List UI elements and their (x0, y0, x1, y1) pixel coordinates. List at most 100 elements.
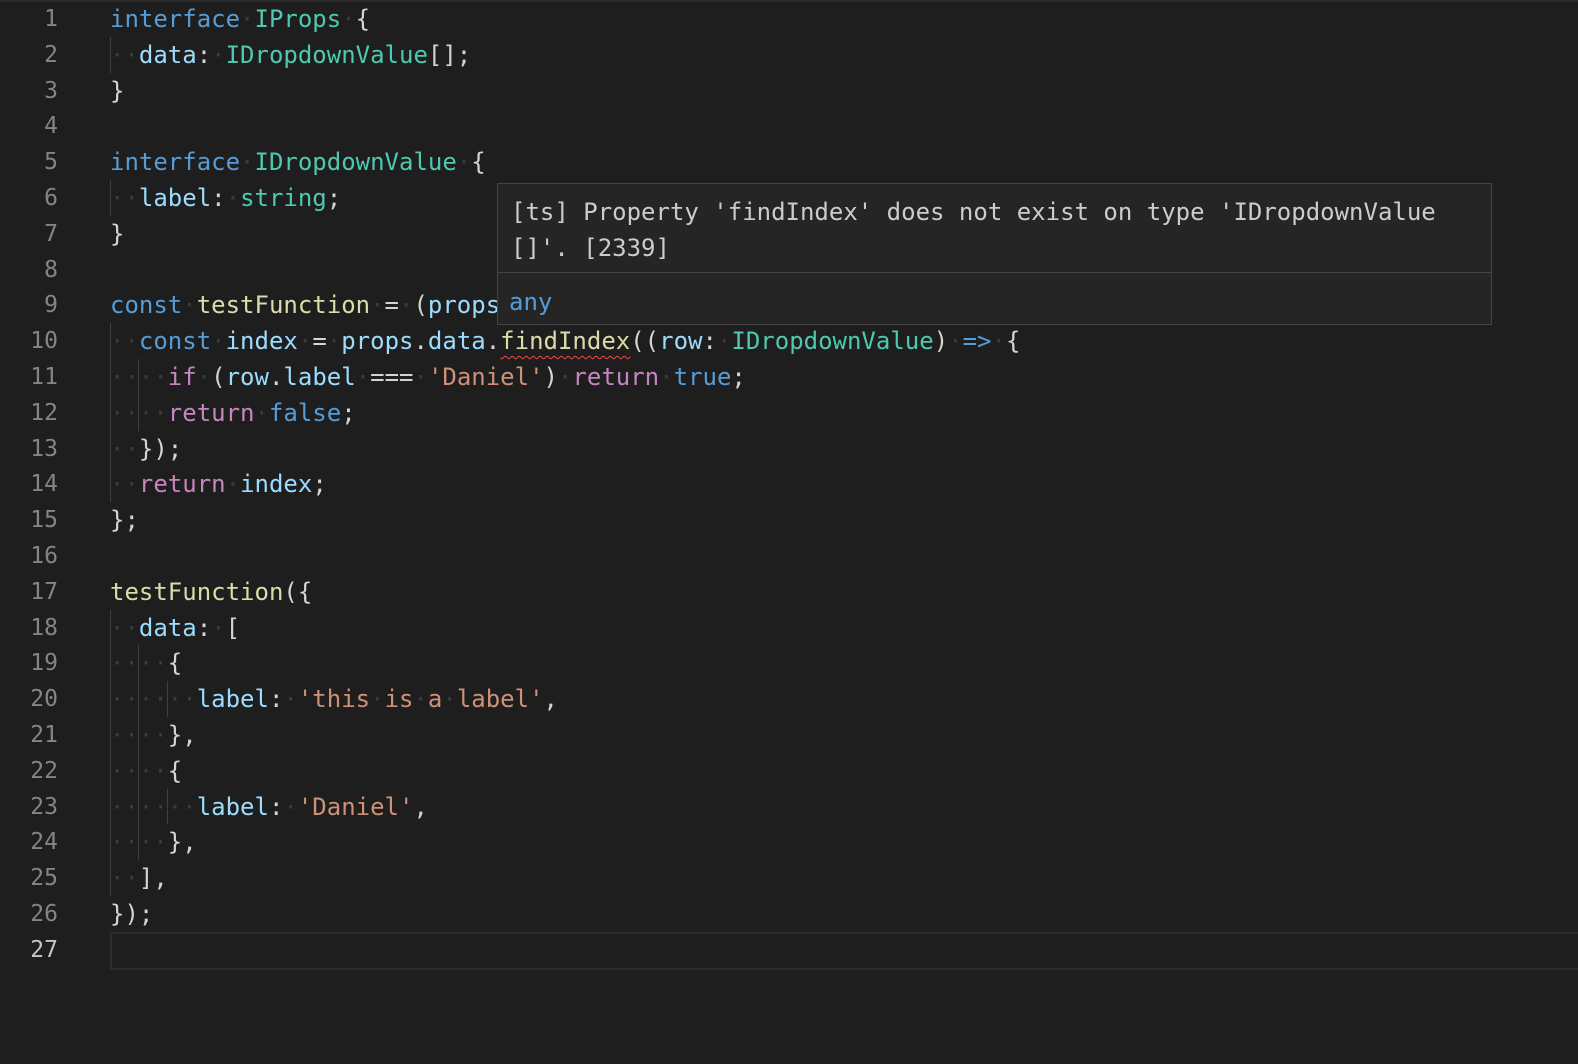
line-code[interactable]: }); (110, 896, 153, 932)
code-token: . (268, 363, 284, 391)
line-code[interactable]: ····}, (110, 717, 197, 753)
code-line[interactable]: 27 (0, 932, 1578, 968)
code-token: 'Daniel' (297, 792, 414, 821)
code-token: === (370, 363, 414, 391)
code-token: 'this (297, 685, 371, 714)
code-token: · (211, 327, 226, 356)
line-code[interactable]: } (110, 73, 124, 109)
code-token: props (341, 327, 414, 356)
code-token: a (427, 685, 443, 714)
code-token: data (427, 327, 486, 356)
code-token: ({ (283, 577, 313, 606)
line-code[interactable]: ··data:·[ (110, 610, 240, 646)
code-line[interactable]: 12 ····return·false; (0, 395, 1578, 431)
line-code[interactable]: ····return·false; (110, 395, 356, 431)
line-number: 2 (44, 41, 58, 68)
code-line[interactable]: 25 ··], (0, 860, 1578, 896)
code-token: [ (225, 613, 241, 642)
code-token: ·· (110, 40, 139, 69)
line-code[interactable]: ··label:·string; (110, 180, 341, 216)
code-token: = (312, 327, 327, 356)
code-token: const (138, 327, 212, 356)
line-code[interactable]: }; (110, 502, 139, 538)
code-token: ·· (110, 434, 139, 463)
code-token: ·· (110, 613, 139, 642)
line-code[interactable]: ··const·index·=·props.data.findIndex((ro… (110, 323, 1020, 359)
code-line[interactable]: 21 ····}, (0, 717, 1578, 753)
line-number: 1 (44, 6, 58, 32)
code-token: row (225, 363, 269, 391)
code-token: : (268, 792, 284, 821)
code-line[interactable]: 23 ······label:·'Daniel', (0, 789, 1578, 825)
line-code[interactable]: ····{ (110, 645, 182, 681)
code-line[interactable]: 5 interface·IDropdownValue·{ (0, 144, 1578, 180)
line-code[interactable]: ····}, (110, 824, 197, 860)
line-code[interactable]: interface·IProps·{ (110, 1, 370, 37)
code-token: IDropdownValue (254, 148, 457, 177)
line-number: 22 (30, 757, 58, 784)
line-number: 9 (44, 292, 58, 319)
line-code[interactable]: ··}); (110, 431, 182, 467)
code-token: row (659, 327, 703, 356)
code-token: []; (427, 40, 472, 69)
code-line[interactable]: 10 ··const·index·=·props.data.findIndex((… (0, 323, 1578, 359)
code-line[interactable]: 26}); (0, 896, 1578, 932)
code-token: return (572, 363, 660, 391)
code-line[interactable]: 16 (0, 538, 1578, 574)
line-code[interactable]: ··return·index; (110, 466, 327, 502)
code-line[interactable]: 3} (0, 73, 1578, 109)
code-token: data (138, 40, 197, 69)
code-token: · (341, 5, 356, 33)
code-token: props (427, 291, 501, 320)
code-line[interactable]: 13 ··}); (0, 431, 1578, 467)
code-line[interactable]: 17 testFunction({ (0, 574, 1578, 610)
line-code[interactable]: ····{ (110, 753, 182, 789)
code-line[interactable]: 2 ··data:·IDropdownValue[]; (0, 37, 1578, 73)
code-token: return (138, 470, 226, 499)
code-token: label (138, 184, 212, 212)
code-token: interface (110, 148, 241, 177)
code-line[interactable]: 20 ······label:·'this·is·a·label', (0, 681, 1578, 717)
line-code[interactable]: ··data:·IDropdownValue[]; (110, 37, 471, 73)
code-line[interactable]: 1 interface·IProps·{ (0, 1, 1578, 37)
code-token: · (413, 685, 428, 714)
code-line[interactable]: 15}; (0, 502, 1578, 538)
line-code[interactable]: ······label:·'Daniel', (110, 789, 428, 825)
indent-guide (110, 323, 111, 503)
line-number: 27 (30, 936, 58, 963)
line-number: 8 (44, 256, 58, 283)
code-line[interactable]: 24 ····}, (0, 824, 1578, 860)
code-token: label (196, 792, 269, 821)
line-number: 20 (30, 686, 58, 713)
code-token: · (370, 291, 385, 320)
error-token: findIndex (500, 327, 631, 356)
line-code[interactable]: } (110, 216, 124, 252)
code-line[interactable]: 4 (0, 108, 1578, 144)
code-line[interactable]: 14 ··return·index; (0, 466, 1578, 502)
code-editor[interactable]: 1 interface·IProps·{2 ··data:·IDropdownVal… (0, 0, 1578, 1064)
line-code[interactable]: ··], (110, 860, 168, 896)
code-line[interactable]: 19 ····{ (0, 645, 1578, 681)
line-code[interactable]: const·testFunction·=·(props (110, 287, 500, 323)
code-line[interactable]: 22 ····{ (0, 753, 1578, 789)
code-token: testFunction (196, 291, 371, 320)
code-token: : (196, 40, 212, 69)
code-token: }); (138, 434, 183, 463)
code-token: · (240, 5, 255, 33)
line-code[interactable]: interface·IDropdownValue·{ (110, 144, 486, 180)
code-token: ( (211, 363, 226, 391)
code-token: ; (731, 363, 746, 391)
indent-guide (167, 681, 168, 717)
line-code[interactable]: testFunction({ (110, 574, 312, 610)
code-line[interactable]: 11····if·(row.label·===·'Daniel')·return… (0, 359, 1578, 395)
code-line[interactable]: 18 ··data:·[ (0, 610, 1578, 646)
code-token: ·· (110, 327, 139, 356)
code-token: · (557, 363, 573, 391)
code-token: · (399, 291, 414, 320)
code-token: · (211, 613, 226, 642)
code-token: is (384, 685, 414, 714)
code-token: · (355, 363, 371, 391)
code-token: index (225, 327, 298, 356)
line-code[interactable]: ······label:·'this·is·a·label', (110, 681, 558, 717)
line-code[interactable]: ····if·(row.label·===·'Daniel')·return·t… (110, 359, 746, 395)
